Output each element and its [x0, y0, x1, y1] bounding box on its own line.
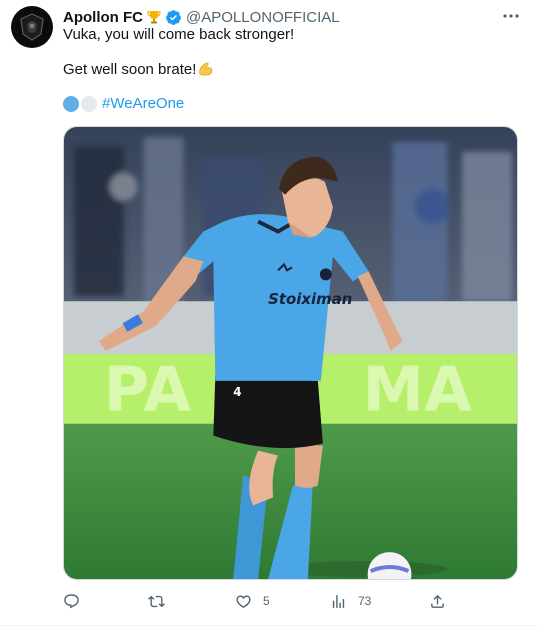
tweet-header: Apollon FC @APOLLONOFFICIAL — [63, 7, 340, 27]
tweet-text-line-1: Vuka, you will come back stronger! — [63, 26, 295, 43]
kit-sponsor: Stoiximan — [268, 290, 352, 308]
flexed-biceps-icon — [199, 62, 213, 76]
tweet-actions: 5 73 — [55, 588, 465, 614]
views-button[interactable]: 73 — [330, 588, 371, 614]
retweet-icon — [148, 595, 165, 607]
board-text: PA — [104, 354, 192, 426]
trophy-icon — [146, 9, 162, 25]
account-handle[interactable]: @APOLLONOFFICIAL — [186, 9, 340, 26]
tweet-photo[interactable]: PA MA 4 Stoiximan — [63, 126, 518, 580]
club-crest-icon — [20, 13, 44, 41]
svg-text:4: 4 — [233, 385, 241, 399]
hearts — [63, 96, 97, 112]
tweet-text-line-2: Get well soon brate! — [63, 60, 214, 80]
verified-badge-icon — [165, 9, 182, 26]
views-icon — [332, 594, 345, 608]
heart-icon — [236, 594, 251, 608]
reply-button[interactable] — [63, 588, 91, 614]
retweet-button[interactable] — [148, 588, 176, 614]
svg-text:MA: MA — [363, 354, 472, 426]
tweet-hashtag-line: #WeAreOne — [63, 94, 184, 114]
hashtag-link[interactable]: #WeAreOne — [102, 94, 184, 114]
tweet-text-line-2-label: Get well soon brate! — [63, 61, 197, 78]
football-player-photo: PA MA 4 Stoiximan — [64, 127, 517, 579]
tweet[interactable]: Apollon FC @APOLLONOFFICIAL Vuka, you wi… — [0, 0, 537, 626]
reply-icon — [64, 593, 79, 608]
white-heart-icon — [81, 96, 97, 112]
share-button[interactable] — [429, 588, 457, 614]
more-icon[interactable] — [500, 6, 522, 26]
account-name[interactable]: Apollon FC — [63, 9, 143, 26]
like-count: 5 — [263, 594, 270, 608]
share-icon — [431, 594, 444, 608]
views-count: 73 — [358, 594, 372, 608]
like-button[interactable]: 5 — [235, 588, 270, 614]
avatar[interactable] — [11, 6, 53, 48]
blue-heart-icon — [63, 96, 79, 112]
